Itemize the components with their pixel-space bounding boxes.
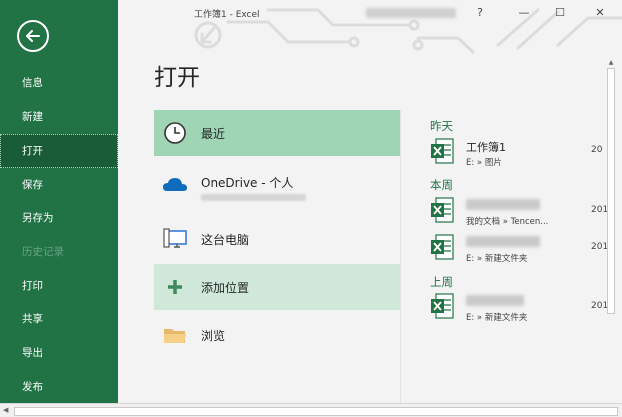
location-add-place[interactable]: 添加位置 — [154, 264, 400, 310]
recent-file[interactable]: 我的文档 » Tencen... — [430, 196, 610, 230]
pane-divider — [400, 110, 401, 403]
excel-file-icon — [431, 293, 454, 319]
window-title: 工作簿1 - Excel — [194, 10, 260, 20]
excel-file-icon — [431, 234, 454, 260]
nav-info[interactable]: 信息 — [0, 66, 118, 100]
group-this-week: 本周 — [430, 178, 453, 192]
group-yesterday: 昨天 — [430, 119, 453, 133]
nav-save-as[interactable]: 另存为 — [0, 201, 118, 235]
file-path: 我的文档 » Tencen... — [466, 217, 549, 227]
nav-save[interactable]: 保存 — [0, 168, 118, 202]
file-path: E: » 图片 — [466, 158, 502, 168]
page-title: 打开 — [154, 65, 200, 91]
file-path: E: » 新建文件夹 — [466, 313, 528, 323]
file-name-redacted — [466, 236, 540, 247]
recent-file[interactable]: 工作簿1 E: » 图片 — [430, 137, 610, 171]
location-recent[interactable]: 最近 — [154, 110, 400, 156]
maximize-button[interactable]: ☐ — [550, 5, 570, 21]
scroll-left-icon[interactable]: ◀ — [3, 406, 8, 414]
nav-open[interactable]: 打开 — [0, 134, 118, 168]
account-name-redacted[interactable] — [366, 8, 456, 18]
excel-file-icon — [431, 197, 454, 223]
nav-history: 历史记录 — [22, 246, 64, 258]
recent-file[interactable]: E: » 新建文件夹 — [430, 233, 610, 267]
vertical-scrollbar[interactable]: ▲ — [606, 58, 616, 316]
nav-share[interactable]: 共享 — [0, 302, 118, 336]
recent-file[interactable]: E: » 新建文件夹 — [430, 292, 610, 326]
group-last-week: 上周 — [430, 275, 453, 289]
location-this-pc[interactable]: 这台电脑 — [154, 216, 400, 262]
nav-new[interactable]: 新建 — [0, 100, 118, 134]
file-name: 工作簿1 — [466, 141, 506, 154]
scroll-up-icon[interactable]: ▲ — [606, 58, 616, 67]
location-label: 浏览 — [201, 329, 226, 343]
backstage-nav: 信息 新建 打开 保存 另存为 历史记录 打印 共享 导出 发布 — [0, 0, 118, 403]
location-browse[interactable]: 浏览 — [154, 312, 400, 358]
location-label: 这台电脑 — [201, 233, 250, 247]
computer-icon — [163, 228, 187, 248]
cloud-icon — [163, 178, 187, 191]
location-label: 添加位置 — [201, 281, 250, 295]
scroll-track[interactable] — [14, 407, 618, 416]
nav-export[interactable]: 导出 — [0, 336, 118, 370]
horizontal-scrollbar[interactable]: ◀ — [0, 403, 622, 417]
location-onedrive[interactable]: OneDrive - 个人 — [154, 162, 400, 208]
arrow-left-icon — [26, 30, 40, 42]
file-path: E: » 新建文件夹 — [466, 254, 528, 264]
folder-icon — [164, 329, 186, 343]
location-label: OneDrive - 个人 — [201, 176, 294, 190]
excel-file-icon — [431, 138, 454, 164]
back-button[interactable] — [17, 20, 49, 52]
scroll-thumb[interactable] — [607, 68, 615, 314]
file-name-redacted — [466, 199, 540, 210]
plus-icon — [168, 280, 182, 294]
file-name-redacted — [466, 295, 524, 306]
close-button[interactable]: ✕ — [590, 5, 610, 21]
clock-icon — [164, 122, 186, 144]
minimize-button[interactable]: — — [514, 5, 534, 21]
nav-print[interactable]: 打印 — [0, 269, 118, 303]
location-label: 最近 — [201, 127, 226, 141]
nav-publish[interactable]: 发布 — [0, 370, 118, 404]
title-bar: 工作簿1 - Excel ? — ☐ ✕ — [118, 0, 622, 26]
open-pane: 工作簿1 - Excel ? — ☐ ✕ 打开 最近 OneDrive - 个人… — [118, 0, 622, 403]
file-date: 20 — [591, 145, 603, 155]
help-button[interactable]: ? — [470, 5, 490, 21]
onedrive-account-redacted — [201, 194, 306, 201]
